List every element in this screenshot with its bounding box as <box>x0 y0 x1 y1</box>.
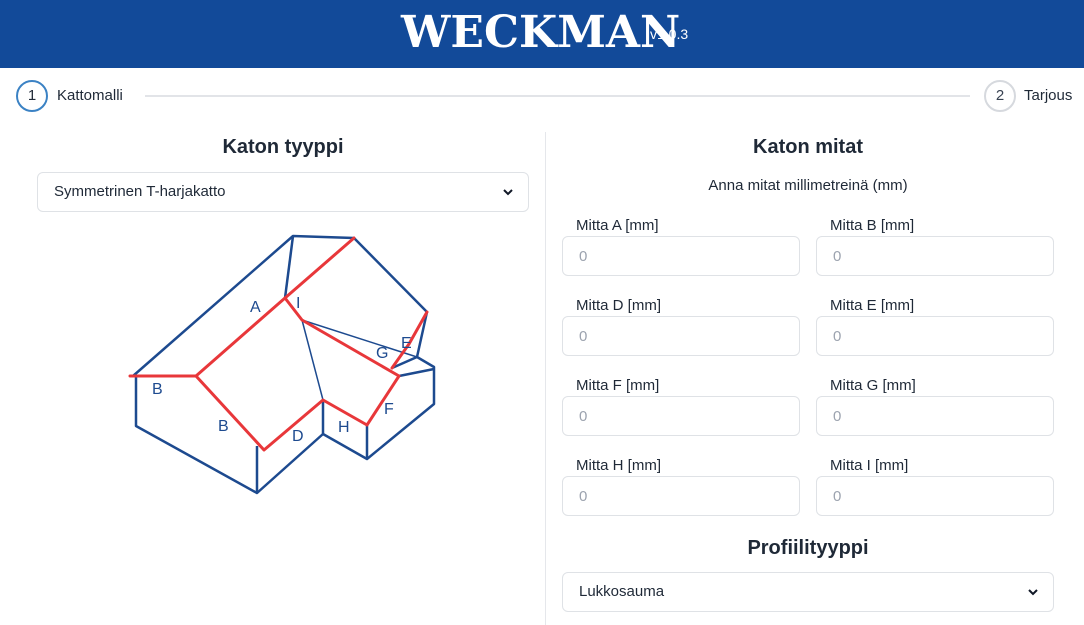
measure-e-input[interactable] <box>816 316 1054 356</box>
field-label-d: Mitta D [mm] <box>576 297 661 314</box>
roof-inner-lines <box>301 319 418 401</box>
roof-diagram: A I B B D H F G E <box>128 234 436 495</box>
step-2-label[interactable]: Tarjous <box>1024 79 1072 113</box>
profile-type-title: Profiilityyppi <box>747 537 869 559</box>
dimensions-subtitle: Anna mitat millimetreinä (mm) <box>708 177 908 194</box>
field-label-i: Mitta I [mm] <box>830 457 909 474</box>
measure-b-input[interactable] <box>816 236 1054 276</box>
stepper-connector <box>145 95 970 97</box>
step-1-indicator[interactable]: 1 <box>16 80 48 112</box>
step-2-indicator[interactable]: 2 <box>984 80 1016 112</box>
label-i: I <box>296 295 300 312</box>
field-label-e: Mitta E [mm] <box>830 297 915 314</box>
field-label-h: Mitta H [mm] <box>576 457 661 474</box>
dimensions-title: Katon mitat <box>753 136 863 158</box>
step-1-label[interactable]: Kattomalli <box>57 79 123 113</box>
chevron-down-icon <box>503 189 513 196</box>
measure-i-input[interactable] <box>816 476 1054 516</box>
roof-highlight <box>128 236 429 452</box>
field-label-f: Mitta F [mm] <box>576 377 660 394</box>
field-label-g: Mitta G [mm] <box>830 377 916 394</box>
app-header: WECKMAN v1.0.3 <box>0 0 1084 68</box>
chevron-down-icon <box>1028 589 1038 596</box>
label-d: D <box>292 428 304 445</box>
label-b-front: B <box>218 418 229 435</box>
label-e: E <box>401 335 412 352</box>
roof-type-selected-value: Symmetrinen T-harjakatto <box>54 183 226 200</box>
label-a: A <box>250 299 261 316</box>
roof-type-select[interactable]: Symmetrinen T-harjakatto <box>37 172 529 212</box>
field-label-a: Mitta A [mm] <box>576 217 659 234</box>
measure-f-input[interactable] <box>562 396 800 436</box>
measure-h-input[interactable] <box>562 476 800 516</box>
column-divider <box>545 132 546 625</box>
label-h: H <box>338 419 350 436</box>
profile-type-select[interactable]: Lukkosauma <box>562 572 1054 612</box>
roof-outline <box>132 234 436 495</box>
progress-stepper: 1 Kattomalli 2 Tarjous <box>0 80 1084 114</box>
measure-g-input[interactable] <box>816 396 1054 436</box>
label-b-left: B <box>152 381 163 398</box>
field-label-b: Mitta B [mm] <box>830 217 915 234</box>
weckman-logo[interactable]: WECKMAN <box>401 6 680 60</box>
roof-type-title: Katon tyyppi <box>222 136 344 158</box>
measure-a-input[interactable] <box>562 236 800 276</box>
profile-type-selected-value: Lukkosauma <box>579 583 665 600</box>
label-g: G <box>376 345 388 362</box>
measure-d-input[interactable] <box>562 316 800 356</box>
version-label: v1.0.3 <box>650 26 689 42</box>
label-f: F <box>384 401 394 418</box>
